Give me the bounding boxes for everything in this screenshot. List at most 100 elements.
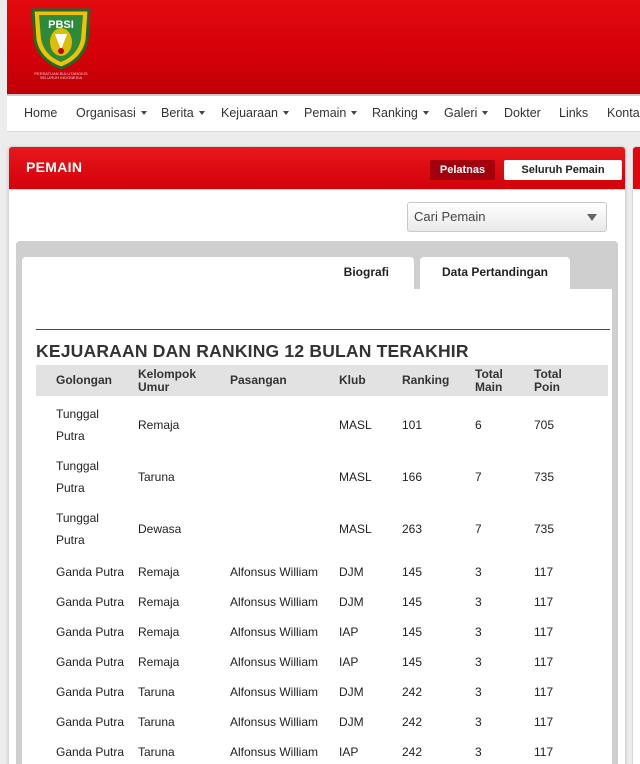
cell-poin: 117 [534,565,554,579]
chevron-down-icon [587,214,597,221]
cell-golongan: Ganda Putra [56,591,124,613]
nav-item-berita[interactable]: Berita [161,96,205,130]
caret-down-icon [140,110,147,115]
cell-kelompok: Taruna [138,745,175,759]
cell-text: Ganda Putra [56,655,125,669]
cell-klub: DJM [339,715,364,729]
table-row: Ganda Putra Remaja Alfonsus William DJM 145 3… [36,587,608,617]
cell-klub: MASL [339,418,372,432]
logo-caption: PERSATUAN BULUTANGKIS SELURUH INDONESIA [34,71,88,80]
cell-golongan: Ganda Putra [56,561,124,583]
cell-text: Ganda Putra [56,595,125,609]
select-value: Cari Pemain [414,209,486,224]
cell-golongan: Ganda Putra [56,711,124,733]
cell-pasangan: Alfonsus William [230,595,319,609]
pbsi-logo[interactable]: PBSI PERSATUAN BULUTANGKIS SELURUH INDON… [27,6,95,84]
cell-text: Ganda Putra [56,715,125,729]
cell-text: Ganda Putra [56,565,125,579]
nav-label: Dokter [504,106,541,120]
cell-main: 3 [475,745,482,759]
table-row: Tunggal Putra Taruna MASL 166 7 735 [36,453,608,505]
table-row: Tunggal Putra Dewasa MASL 263 7 735 [36,505,608,557]
nav-item-kontak[interactable]: Kontak [607,96,640,130]
cell-pasangan: Alfonsus William [230,685,319,699]
cell-main: 3 [475,715,482,729]
cell-ranking: 101 [402,418,423,432]
cell-ranking: 145 [402,625,423,639]
cell-text: Putra [56,533,85,547]
cell-main: 3 [475,565,482,579]
cell-pasangan: Alfonsus William [230,655,319,669]
cell-ranking: 145 [402,655,423,669]
cell-klub: MASL [339,470,372,484]
nav-item-galeri[interactable]: Galeri [444,96,489,130]
col-golongan: Golongan [56,373,112,387]
shield-logo-icon: PBSI [31,8,91,70]
cell-poin: 117 [534,745,554,759]
pelatnas-button[interactable]: Pelatnas [430,160,495,180]
nav-item-kejuaraan[interactable]: Kejuaraan [221,96,289,130]
nav-label: Kontak [607,106,640,120]
table-row: Ganda Putra Remaja Alfonsus William IAP 145 3… [36,647,608,677]
cell-main: 7 [475,522,482,536]
cell-ranking: 242 [402,685,423,699]
cell-main: 7 [475,470,482,484]
table-header: Golongan Kelompok Umur Pasangan Klub Rank… [36,365,608,396]
col-kelompok-umur: Kelompok Umur [138,368,196,393]
cell-golongan: Tunggal Putra [56,507,99,551]
caret-down-icon [482,110,489,115]
cell-ranking: 145 [402,595,423,609]
cell-text: Tunggal [56,459,99,473]
cell-text: Ganda Putra [56,685,125,699]
nav-label: Pemain [304,106,347,120]
cell-poin: 117 [534,655,554,669]
col-label: Umur [138,379,170,394]
cell-main: 3 [475,595,482,609]
nav-item-home[interactable]: Home [24,96,57,130]
nav-item-organisasi[interactable]: Organisasi [76,96,147,130]
nav-label: Links [559,106,589,120]
cell-pasangan: Alfonsus William [230,715,319,729]
caret-down-icon [351,110,358,115]
cell-golongan: Ganda Putra [56,681,124,703]
nav-label: Ranking [372,106,418,120]
nav-item-ranking[interactable]: Ranking [372,96,429,130]
nav-item-dokter[interactable]: Dokter [504,96,541,130]
cell-pasangan: Alfonsus William [230,565,319,579]
tab-biografi[interactable]: Biografi [22,257,414,293]
table-row: Ganda Putra Taruna Alfonsus William IAP 242 3… [36,737,608,764]
divider [9,189,625,190]
panel-header: PEMAIN Pelatnas Seluruh Pemain [9,147,625,189]
cell-pasangan: Alfonsus William [230,625,319,639]
cell-poin: 117 [534,595,554,609]
cell-text: Tunggal [56,407,99,421]
nav-item-links[interactable]: Links [559,96,588,130]
cell-golongan: Tunggal Putra [56,403,99,447]
seluruh-pemain-button[interactable]: Seluruh Pemain [504,160,622,180]
nav-label: Organisasi [76,106,136,120]
nav-label: Berita [161,106,194,120]
cell-ranking: 242 [402,745,423,759]
cell-kelompok: Taruna [138,715,175,729]
table-row: Tunggal Putra Remaja MASL 101 6 705 [36,401,608,453]
cell-poin: 735 [534,470,555,484]
panel-title: PEMAIN [26,159,83,175]
tab-label: Biografi [343,265,389,279]
nav-label: Home [24,106,58,120]
cell-kelompok: Taruna [138,470,175,484]
sidebar-panel [632,146,640,764]
site-header: PBSI PERSATUAN BULUTANGKIS SELURUH INDON… [7,0,640,94]
nav-item-pemain[interactable]: Pemain [304,96,358,130]
col-klub: Klub [339,373,366,387]
cari-pemain-select[interactable]: Cari Pemain [407,202,607,232]
cell-kelompok: Dewasa [138,522,182,536]
cell-klub: IAP [339,745,359,759]
cell-golongan: Ganda Putra [56,621,124,643]
col-label: Poin [534,379,560,394]
cell-kelompok: Remaja [138,595,180,609]
nav-label: Kejuaraan [221,106,278,120]
sidebar-panel-header [633,147,640,189]
cell-klub: IAP [339,655,359,669]
cell-text: Putra [56,429,85,443]
cell-main: 3 [475,655,482,669]
